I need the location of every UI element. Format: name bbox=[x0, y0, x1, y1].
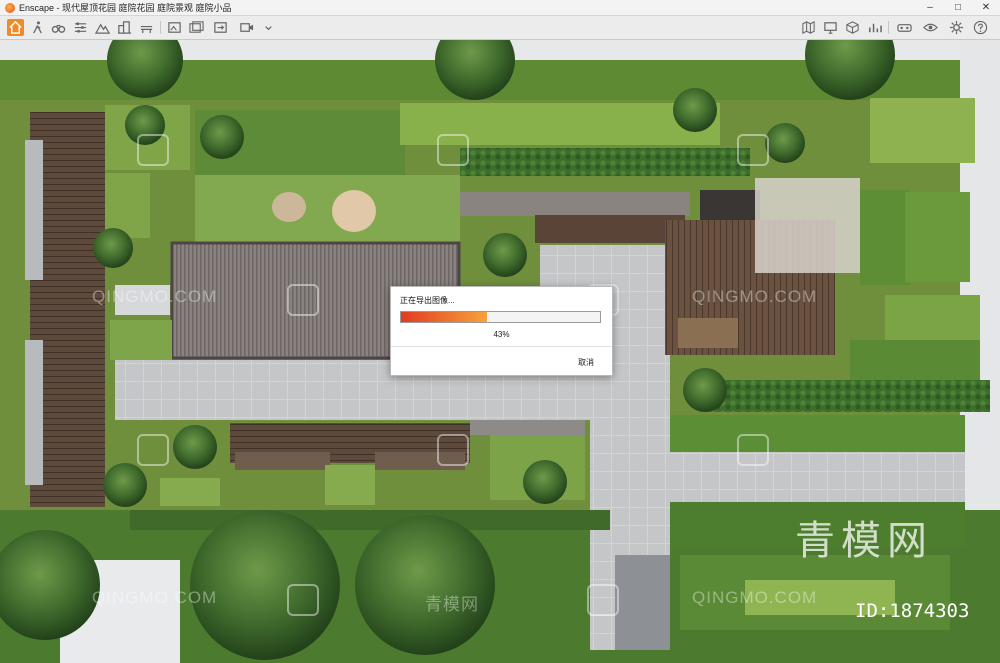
progress-bar bbox=[400, 311, 601, 323]
video-icon[interactable] bbox=[238, 19, 255, 36]
toolbar bbox=[0, 16, 1000, 40]
watermark-logo-icon bbox=[737, 434, 769, 466]
vr-headset-icon[interactable] bbox=[896, 19, 913, 36]
enscape-logo-icon bbox=[5, 2, 15, 13]
watermark-text: QINGMO.COM bbox=[92, 588, 218, 607]
watermark-logo-icon bbox=[587, 584, 619, 616]
window-titlebar: Enscape - 现代屋顶花园 庭院花园 庭院景观 庭院小品 – □ ✕ bbox=[0, 0, 1000, 16]
watermark-logo-icon bbox=[437, 434, 469, 466]
map-icon[interactable] bbox=[800, 19, 817, 36]
close-button[interactable]: ✕ bbox=[972, 0, 1000, 15]
binoculars-icon[interactable] bbox=[50, 19, 67, 36]
gear-icon[interactable] bbox=[948, 19, 965, 36]
watermark-cn-text: 青模网 bbox=[425, 595, 479, 614]
help-icon[interactable] bbox=[972, 19, 989, 36]
cancel-button[interactable]: 取消 bbox=[578, 357, 594, 368]
image-gallery-icon[interactable] bbox=[188, 19, 205, 36]
walk-mode-icon[interactable] bbox=[29, 19, 46, 36]
home-icon[interactable] bbox=[7, 19, 24, 36]
watermark-logo-icon bbox=[137, 434, 169, 466]
watermark-id-text: ID:1874303 bbox=[855, 600, 970, 622]
watermark-text: QINGMO.COM bbox=[92, 287, 218, 306]
eye-icon[interactable] bbox=[922, 19, 939, 36]
progress-percent: 43% bbox=[493, 330, 510, 339]
export-icon[interactable] bbox=[212, 19, 229, 36]
dialog-title: 正在导出图像... bbox=[400, 296, 455, 305]
monitor-icon[interactable] bbox=[822, 19, 839, 36]
bench-icon[interactable] bbox=[138, 19, 155, 36]
watermark-text: QINGMO.COM bbox=[692, 287, 818, 306]
chart-icon[interactable] bbox=[866, 19, 883, 36]
watermark-logo-icon bbox=[737, 134, 769, 166]
dialog-divider bbox=[391, 346, 612, 347]
watermark-text: QINGMO.COM bbox=[692, 588, 818, 607]
window-title: Enscape - 现代屋顶花园 庭院花园 庭院景观 庭院小品 bbox=[19, 3, 232, 13]
watermark-logo-icon bbox=[137, 134, 169, 166]
buildings-icon[interactable] bbox=[116, 19, 133, 36]
minimize-button[interactable]: – bbox=[916, 0, 944, 15]
watermark-logo-icon bbox=[287, 284, 319, 316]
screenshot-icon[interactable] bbox=[166, 19, 183, 36]
watermark-big-text: 青模网 bbox=[795, 518, 933, 564]
watermark-logo-icon bbox=[437, 134, 469, 166]
maximize-button[interactable]: □ bbox=[944, 0, 972, 15]
cube-icon[interactable] bbox=[844, 19, 861, 36]
settings-sliders-icon[interactable] bbox=[72, 19, 89, 36]
progress-bar-fill bbox=[401, 312, 487, 322]
chevron-down-icon[interactable] bbox=[260, 19, 277, 36]
watermark-logo-icon bbox=[287, 584, 319, 616]
export-progress-dialog: 正在导出图像... 43% 取消 bbox=[390, 286, 613, 376]
mountain-icon[interactable] bbox=[94, 19, 111, 36]
